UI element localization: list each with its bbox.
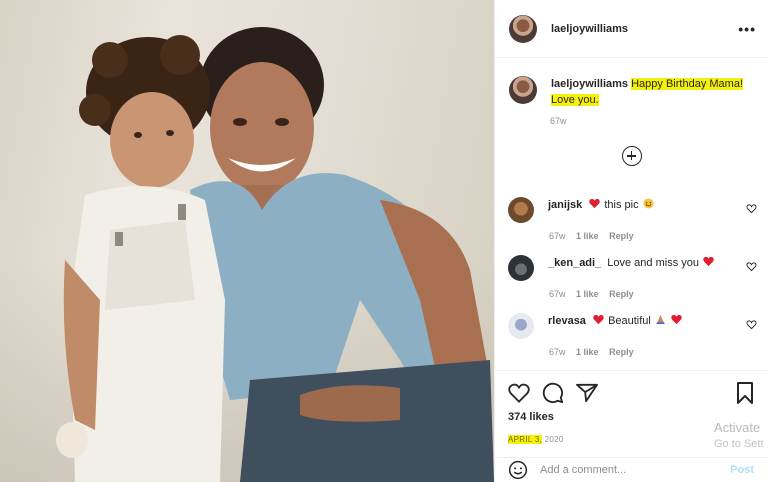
reply-button[interactable]: Reply <box>609 231 634 241</box>
share-paper-plane-icon[interactable] <box>576 383 598 403</box>
plus-circle-icon[interactable] <box>621 146 642 166</box>
watermark-line-1: Activate <box>714 420 761 435</box>
comment-time[interactable]: 67w <box>549 231 566 241</box>
emoji-picker-icon[interactable] <box>508 460 528 480</box>
post-date-day: APRIL 3, <box>508 435 543 444</box>
comment-likes[interactable]: 1 like <box>576 231 599 241</box>
like-comment-heart-icon[interactable] <box>746 261 757 272</box>
comment-username[interactable]: janijsk <box>548 199 582 211</box>
comment-item: _ken_adi_ Love and miss you 67w 1 like R… <box>508 255 763 299</box>
comment-time[interactable]: 67w <box>549 347 566 357</box>
action-icons <box>508 381 754 405</box>
comment-text: Love and miss you <box>607 257 699 269</box>
comment-body: _ken_adi_ Love and miss you <box>548 255 723 271</box>
caption-username[interactable]: laeljoywilliams <box>551 78 628 90</box>
comment-body: rlevasa Beautiful <box>548 313 723 329</box>
comment-text: Beautiful <box>608 315 651 327</box>
comment-likes[interactable]: 1 like <box>576 347 599 357</box>
reply-button[interactable]: Reply <box>609 289 634 299</box>
smiling-face-icon <box>643 198 654 209</box>
post-comment-button[interactable]: Post <box>730 464 754 476</box>
heart-red-icon <box>671 314 682 325</box>
comment-item: rlevasa Beautiful 67w 1 like Reply <box>508 313 763 357</box>
caption-avatar[interactable] <box>509 76 537 104</box>
heart-red-icon <box>703 256 714 267</box>
like-comment-heart-icon[interactable] <box>746 203 757 214</box>
reply-button[interactable]: Reply <box>609 347 634 357</box>
bookmark-icon[interactable] <box>736 382 754 404</box>
post-header: laeljoywilliams ••• <box>495 0 768 58</box>
commenter-avatar[interactable] <box>508 255 534 281</box>
praying-hands-icon <box>655 314 666 325</box>
add-comment-input[interactable]: Add a comment... <box>540 464 626 476</box>
heart-red-icon <box>589 198 601 209</box>
comment-text: this pic <box>604 199 639 211</box>
like-comment-heart-icon[interactable] <box>746 319 757 330</box>
post-photo[interactable] <box>0 0 494 482</box>
windows-activation-watermark: Activate Go to Sett <box>714 420 768 452</box>
comment-time[interactable]: 67w <box>549 289 566 299</box>
caption-time[interactable]: 67w <box>495 116 768 126</box>
photo-illustration <box>56 27 494 482</box>
heart-red-icon <box>593 314 604 325</box>
comment-meta: 67w 1 like Reply <box>508 231 763 241</box>
author-username[interactable]: laeljoywilliams <box>551 23 628 35</box>
commenter-avatar[interactable] <box>508 197 534 223</box>
commenter-avatar[interactable] <box>508 313 534 339</box>
post-date-year: 2020 <box>544 435 564 444</box>
comment-username[interactable]: _ken_adi_ <box>548 257 601 269</box>
add-comment-bar: Add a comment... Post <box>494 457 768 482</box>
caption-text-block: laeljoywilliams Happy Birthday Mama! Lov… <box>551 76 754 108</box>
load-more-comments[interactable] <box>495 146 768 166</box>
more-horizontal-icon[interactable]: ••• <box>738 21 756 37</box>
comment-bubble-icon[interactable] <box>542 382 564 404</box>
comment-item: janijsk this pic 67w 1 like Reply <box>508 197 763 241</box>
comment-likes[interactable]: 1 like <box>576 289 599 299</box>
watermark-line-2: Go to Sett <box>714 438 764 450</box>
caption: laeljoywilliams Happy Birthday Mama! Lov… <box>495 58 768 108</box>
comment-username[interactable]: rlevasa <box>548 315 586 327</box>
author-avatar[interactable] <box>509 14 537 43</box>
like-heart-icon[interactable] <box>508 383 530 403</box>
comment-body: janijsk this pic <box>548 197 723 213</box>
comment-meta: 67w 1 like Reply <box>508 289 763 299</box>
comment-meta: 67w 1 like Reply <box>508 347 763 357</box>
